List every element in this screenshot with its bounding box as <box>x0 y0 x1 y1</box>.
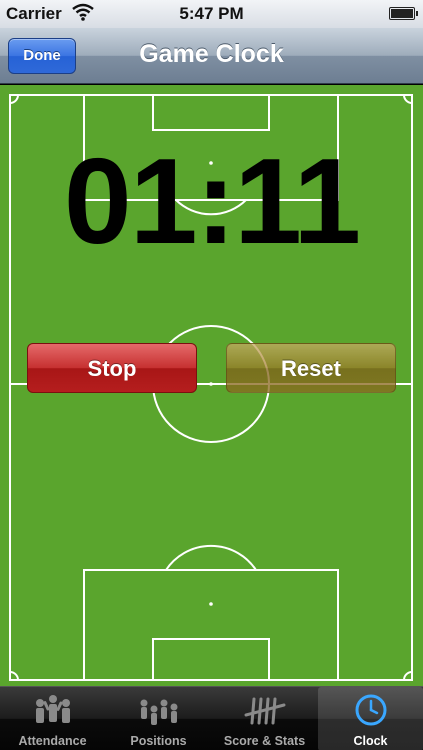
clock-display: 01:11 <box>63 133 361 269</box>
status-time: 5:47 PM <box>179 4 244 23</box>
clock-icon <box>318 693 423 727</box>
tab-label: Score & Stats <box>223 734 306 748</box>
status-bar: Carrier 5:47 PM <box>0 0 423 28</box>
battery-icon <box>389 7 418 20</box>
tab-label: Attendance <box>18 734 87 748</box>
tab-score-stats[interactable]: Score & Stats <box>212 687 317 750</box>
tab-label: Positions <box>130 734 187 748</box>
tally-icon <box>212 693 317 727</box>
navigation-bar: Done Game Clock <box>0 28 423 84</box>
page-title: Game Clock <box>139 40 284 68</box>
reset-button[interactable]: Reset <box>226 343 396 393</box>
tab-positions[interactable]: Positions <box>106 687 211 750</box>
tab-attendance[interactable]: Attendance <box>0 687 105 750</box>
people-icon <box>0 693 105 727</box>
stop-button[interactable]: Stop <box>27 343 197 393</box>
tab-label: Clock <box>353 734 388 748</box>
positions-icon <box>106 693 211 727</box>
tab-clock[interactable]: Clock <box>318 687 423 750</box>
tab-bar: Attendance Positions Score & Stats Clock <box>0 686 423 750</box>
soccer-field: 01:11 Stop Reset <box>0 85 423 686</box>
